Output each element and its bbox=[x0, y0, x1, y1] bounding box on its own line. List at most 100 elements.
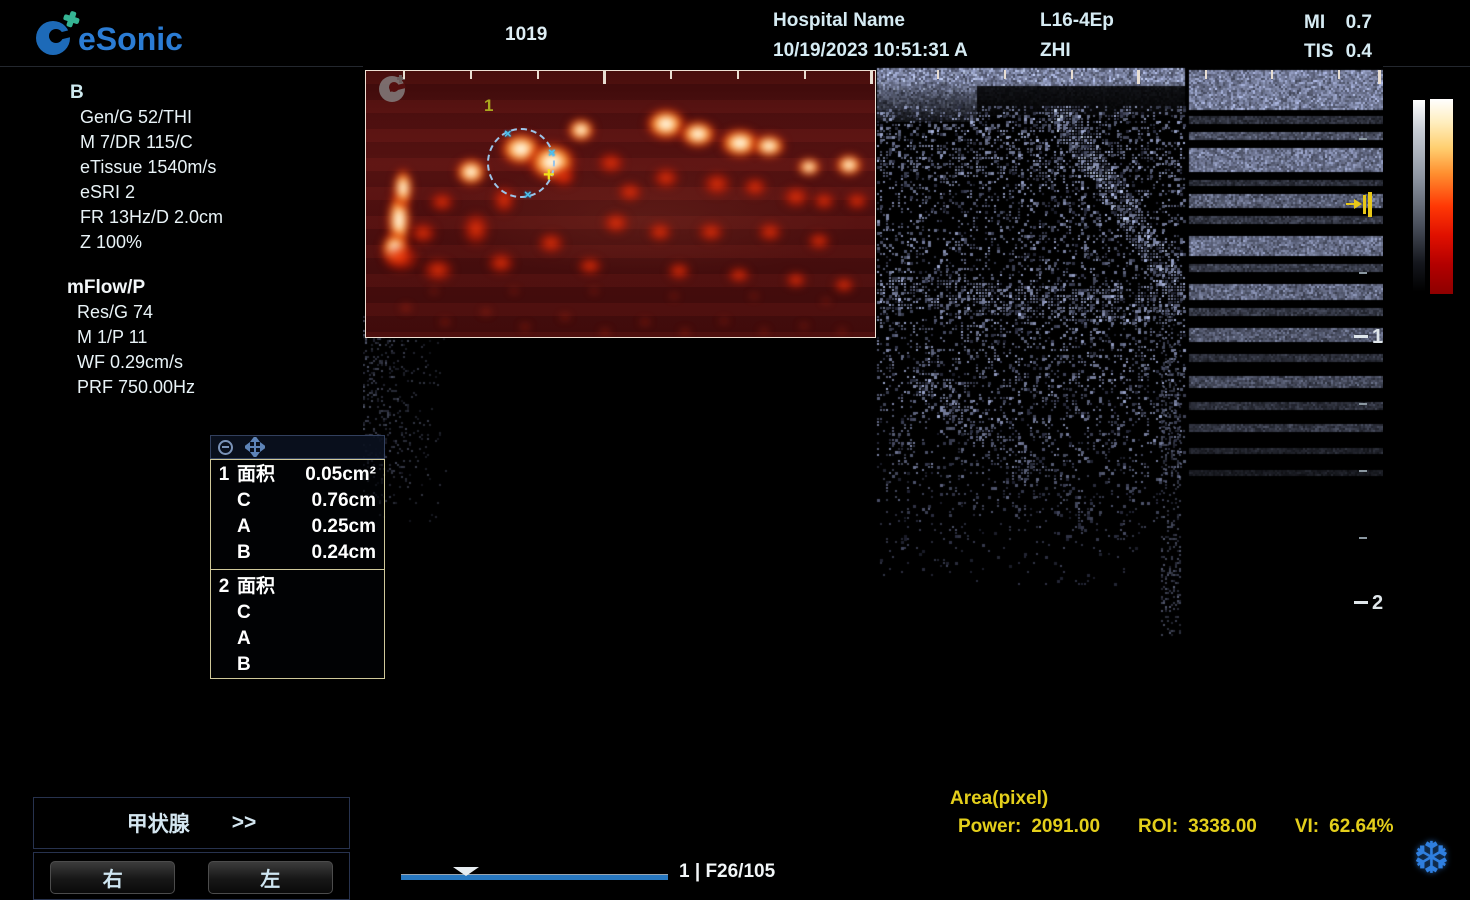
cine-slider-thumb[interactable] bbox=[453, 867, 479, 876]
measure-cursor-icon[interactable]: × bbox=[548, 145, 556, 160]
depth-minor-tick bbox=[1359, 272, 1367, 274]
tis-readout: TIS 0.4 bbox=[1304, 37, 1372, 66]
row-label: A bbox=[237, 514, 292, 540]
row-value: 0.25cm bbox=[292, 514, 384, 540]
doppler-blob bbox=[596, 326, 614, 338]
doppler-blob bbox=[834, 326, 850, 336]
group-index: 2 bbox=[211, 574, 237, 600]
doppler-blob bbox=[454, 157, 488, 187]
doppler-blob bbox=[666, 261, 692, 281]
doppler-blob bbox=[566, 117, 596, 143]
measure-cursor-icon[interactable]: × bbox=[524, 187, 532, 202]
vi-value: 62.64% bbox=[1329, 816, 1393, 838]
row-value bbox=[292, 652, 384, 678]
measure-row: B 0.24cm bbox=[211, 540, 384, 566]
area-pixel-title: Area(pixel) bbox=[950, 788, 1048, 810]
measure-row: 1 面积 0.05cm² bbox=[211, 462, 384, 488]
doppler-blob bbox=[636, 316, 654, 328]
left-side-button[interactable]: 左 bbox=[208, 861, 333, 894]
frame-counter: 1 | F26/105 bbox=[679, 861, 775, 883]
ruler-tick bbox=[403, 70, 405, 79]
ruler-tick bbox=[737, 70, 739, 79]
ruler-tick bbox=[870, 70, 873, 84]
doppler-blob bbox=[426, 286, 442, 296]
doppler-blob bbox=[576, 256, 604, 276]
doppler-blob bbox=[556, 311, 574, 323]
param-line: FR 13Hz/D 2.0cm bbox=[70, 205, 223, 230]
measure-row: B bbox=[211, 652, 384, 678]
tis-value: 0.4 bbox=[1346, 37, 1372, 66]
doppler-blob bbox=[756, 326, 772, 336]
right-side-button[interactable]: 右 bbox=[50, 861, 175, 894]
doppler-blob bbox=[796, 157, 822, 177]
power-value: 2091.00 bbox=[1031, 816, 1100, 838]
focus-marker-icon[interactable] bbox=[1346, 192, 1374, 218]
depth-major-tick bbox=[1354, 601, 1368, 604]
ruler-tick bbox=[804, 70, 806, 79]
grayscale-bar bbox=[1413, 100, 1425, 292]
mflow-params: mFlow/P Res/G 74 M 1/P 11 WF 0.29cm/s PR… bbox=[67, 275, 195, 400]
depth-minor-tick bbox=[1359, 537, 1367, 539]
exam-datetime: 10/19/2023 10:51:31 A bbox=[773, 36, 968, 66]
row-value: 0.05cm² bbox=[292, 462, 384, 488]
measure-ellipse[interactable] bbox=[487, 128, 555, 198]
doppler-blob bbox=[726, 266, 752, 284]
freeze-snowflake-icon: ❆ bbox=[1413, 833, 1450, 885]
doppler-roi bbox=[365, 70, 876, 338]
ruler-tick bbox=[1004, 70, 1006, 79]
doppler-blob bbox=[506, 286, 522, 296]
param-line: M 7/DR 115/C bbox=[70, 130, 223, 155]
group-index: 1 bbox=[211, 462, 237, 488]
doppler-colormap-bar bbox=[1430, 99, 1453, 294]
svg-text:eSonic: eSonic bbox=[78, 21, 183, 57]
ruler-tick bbox=[1205, 70, 1207, 79]
row-label: C bbox=[237, 600, 292, 626]
ruler-tick bbox=[1271, 70, 1273, 79]
probe-model: L16-4Ep bbox=[1040, 6, 1114, 36]
doppler-blob bbox=[651, 166, 681, 190]
row-value bbox=[292, 600, 384, 626]
doppler-blob bbox=[536, 231, 566, 255]
row-label: B bbox=[237, 540, 292, 566]
row-label: C bbox=[237, 488, 292, 514]
doppler-blob bbox=[676, 326, 694, 338]
param-line: Z 100% bbox=[70, 230, 223, 255]
measure-results-panel: 1 面积 0.05cm² C 0.76cm A 0.25cm B 0.24cm … bbox=[210, 459, 385, 679]
measure-group-1: 1 面积 0.05cm² C 0.76cm A 0.25cm B 0.24cm bbox=[211, 460, 384, 570]
ruler-tick bbox=[1338, 70, 1340, 79]
measure-row: 2 面积 bbox=[211, 574, 384, 600]
doppler-blob bbox=[436, 316, 454, 328]
doppler-blob bbox=[486, 251, 516, 275]
row-label: B bbox=[237, 652, 292, 678]
param-line: eSRI 2 bbox=[70, 180, 223, 205]
ruler-tick bbox=[670, 70, 672, 79]
measure-cursor-icon[interactable]: × bbox=[504, 126, 512, 141]
row-label: A bbox=[237, 626, 292, 652]
mflow-title: mFlow/P bbox=[67, 275, 195, 300]
row-label: 面积 bbox=[237, 462, 292, 488]
measure-group-2: 2 面积 C A B bbox=[211, 570, 384, 678]
active-cursor-icon[interactable]: + bbox=[543, 165, 555, 185]
row-value bbox=[292, 626, 384, 652]
depth-major-tick bbox=[1354, 335, 1368, 338]
doppler-blob bbox=[796, 321, 812, 331]
param-line: PRF 750.00Hz bbox=[67, 375, 195, 400]
ruler-tick bbox=[470, 70, 472, 79]
doppler-blob bbox=[811, 191, 837, 211]
roi-label: ROI: bbox=[1138, 816, 1178, 838]
cine-slider-track[interactable] bbox=[401, 874, 668, 880]
collapse-icon[interactable] bbox=[218, 440, 233, 455]
measure-row: C 0.76cm bbox=[211, 488, 384, 514]
ruler-tick bbox=[603, 70, 606, 84]
exam-type-button[interactable]: 甲状腺 >> bbox=[33, 797, 350, 849]
doppler-blob bbox=[818, 296, 834, 306]
doppler-blob bbox=[832, 276, 856, 294]
doppler-blob bbox=[678, 119, 718, 149]
row-value bbox=[292, 574, 384, 600]
doppler-blob bbox=[392, 167, 414, 209]
depth-minor-tick bbox=[1359, 403, 1367, 405]
doppler-blob bbox=[746, 291, 762, 301]
move-icon[interactable] bbox=[245, 437, 265, 457]
doppler-blob bbox=[806, 231, 832, 251]
doppler-blob bbox=[751, 133, 787, 159]
